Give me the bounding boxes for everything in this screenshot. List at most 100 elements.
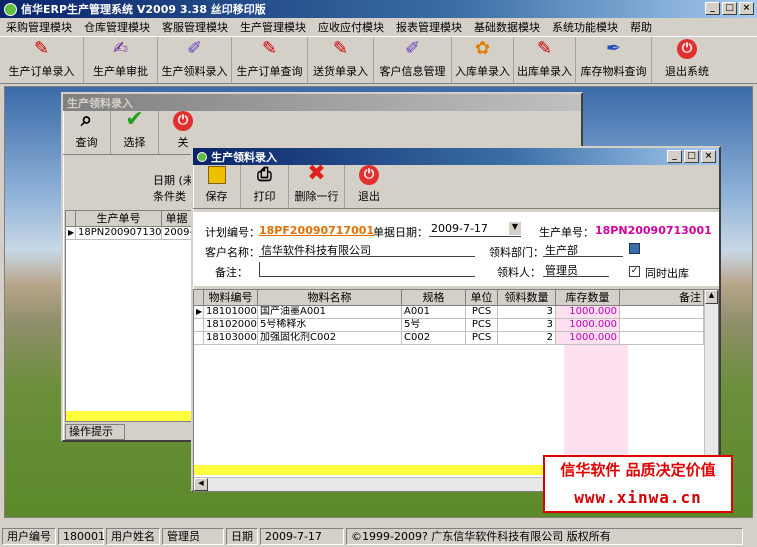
stock-out-icon: ✎ — [536, 38, 553, 59]
floppy-icon — [205, 165, 229, 185]
bg-date-label: 日期 (未 — [153, 174, 194, 187]
grid-header: 物料编号 物料名称 规格 单位 领料数量 库存数量 备注 — [194, 290, 718, 306]
customer-icon: ✐ — [404, 38, 421, 59]
menu-base-data[interactable]: 基础数据模块 — [468, 19, 546, 35]
scroll-left-icon[interactable]: ◀ — [194, 478, 208, 491]
document-pencil-icon: ✎ — [33, 38, 50, 59]
toolbar-order-entry-button[interactable]: ✎ 生产订单录入 — [0, 37, 84, 83]
row-pointer-icon: ▶ — [194, 306, 204, 319]
table-row[interactable]: ▶ 1810100001 国产油墨A001 A001 PCS 3 1000.00… — [194, 306, 718, 319]
materials-icon: ✐ — [186, 38, 203, 59]
col-remark: 备注 — [620, 290, 704, 306]
toolbar-stock-out-button[interactable]: ✎ 出库单录入 — [514, 37, 576, 83]
approve-icon: ✍ — [112, 38, 129, 59]
bg-window-title[interactable]: 生产领料录入 — [63, 94, 581, 111]
fg-window-title-bar[interactable]: 生产领料录入 _ □ × — [193, 148, 719, 165]
status-bar: 用户编号 180001 用户姓名 管理员 日期 2009-7-17 ©1999-… — [0, 526, 757, 547]
power-icon: ⏻ — [357, 165, 381, 185]
fg-window: 生产领料录入 _ □ × 保存 ⎙ 打印 ✖ 删除一行 ⏻ 退出 计划编号： 1… — [191, 146, 721, 492]
menu-receivable[interactable]: 应收应付模块 — [312, 19, 390, 35]
vertical-scrollbar[interactable]: ▲ — [704, 290, 718, 476]
toolbar-approve-button[interactable]: ✍ 生产单审批 — [84, 37, 158, 83]
select-button[interactable]: ✔ 选择 — [111, 107, 159, 154]
fg-window-toolbar: 保存 ⎙ 打印 ✖ 删除一行 ⏻ 退出 — [193, 161, 719, 209]
dept-lookup-icon[interactable] — [629, 243, 640, 254]
stock-query-icon: ✒ — [605, 38, 622, 59]
brand-watermark: 信华软件 品质决定价值 www.xinwa.cn — [543, 455, 733, 513]
fg-window-title: 生产领料录入 — [211, 150, 277, 164]
status-user-no-label: 用户编号 — [2, 528, 56, 545]
save-button[interactable]: 保存 — [193, 165, 241, 208]
fg-maximize-button[interactable]: □ — [684, 150, 699, 163]
bg-cond-label: 条件类 — [153, 190, 186, 203]
table-row[interactable]: 1810200001 5号稀释水 5号 PCS 3 1000.000 — [194, 319, 718, 332]
app-title: 信华ERP生产管理系统 V2009 3.38 丝印移印版 — [21, 3, 266, 16]
query-button[interactable]: ⌕ 查询 — [63, 107, 111, 154]
status-date: 2009-7-17 — [260, 528, 344, 545]
window-icon — [197, 151, 207, 162]
table-row[interactable]: ▶ 18PN20090713001 2009- — [66, 227, 192, 240]
delete-row-button[interactable]: ✖ 删除一行 — [289, 161, 345, 208]
minimize-button[interactable]: _ — [705, 2, 720, 15]
col-unit: 单位 — [466, 290, 498, 306]
fg-minimize-button[interactable]: _ — [667, 150, 682, 163]
menu-bar: 采购管理模块 仓库管理模块 客服管理模块 生产管理模块 应收应付模块 报表管理模… — [0, 18, 757, 36]
status-user-name-label: 用户姓名 — [106, 528, 160, 545]
row-pointer-icon: ▶ — [66, 227, 76, 240]
bg-col-prod-no: 生产单号 — [76, 211, 162, 227]
app-icon — [4, 2, 17, 16]
picker-input[interactable]: 管理员 — [543, 262, 609, 277]
menu-warehouse[interactable]: 仓库管理模块 — [78, 19, 156, 35]
col-spec: 规格 — [402, 290, 466, 306]
form-panel: 计划编号： 18PF20090717001 单据日期： 2009-7-17 ▼ 生… — [193, 212, 719, 286]
fg-close-button[interactable]: × — [701, 150, 716, 163]
col-name: 物料名称 — [258, 290, 402, 306]
exit-button[interactable]: ⏻ 退出 — [345, 165, 393, 208]
col-qty: 领料数量 — [498, 290, 556, 306]
dept-input[interactable]: 生产部 — [543, 242, 623, 257]
toolbar-stock-query-button[interactable]: ✒ 库存物料查询 — [576, 37, 652, 83]
hint-tab[interactable]: 操作提示 — [65, 424, 125, 440]
doc-date-input[interactable]: 2009-7-17 ▼ — [429, 222, 521, 237]
app-title-bar: 信华ERP生产管理系统 V2009 3.38 丝印移印版 _ □ × — [0, 0, 757, 18]
toolbar-materials-button[interactable]: ✐ 生产领料录入 — [158, 37, 232, 83]
col-code: 物料编号 — [204, 290, 258, 306]
watermark-line1: 信华软件 品质决定价值 — [545, 457, 731, 483]
menu-production[interactable]: 生产管理模块 — [234, 19, 312, 35]
plan-no-value: 18PF20090717001 — [259, 224, 375, 237]
scroll-up-icon[interactable]: ▲ — [705, 290, 718, 304]
dropdown-arrow-icon[interactable]: ▼ — [509, 222, 521, 235]
print-button[interactable]: ⎙ 打印 — [241, 164, 289, 208]
maximize-button[interactable]: □ — [722, 2, 737, 15]
toolbar-order-query-button[interactable]: ✎ 生产订单查询 — [232, 37, 308, 83]
watermark-line2: www.xinwa.cn — [574, 488, 702, 507]
delivery-icon: ✎ — [332, 38, 349, 59]
table-row[interactable]: 1810300002 加强固化剂C002 C002 PCS 2 1000.000 — [194, 332, 718, 345]
stock-in-icon: ✿ — [474, 38, 491, 59]
toolbar-delivery-button[interactable]: ✎ 送货单录入 — [308, 37, 374, 83]
menu-reports[interactable]: 报表管理模块 — [390, 19, 468, 35]
menu-purchase[interactable]: 采购管理模块 — [0, 19, 78, 35]
toolbar-customer-button[interactable]: ✐ 客户信息管理 — [374, 37, 452, 83]
printer-icon: ⎙ — [257, 164, 272, 185]
menu-system[interactable]: 系统功能模块 — [546, 19, 624, 35]
close-button[interactable]: × — [739, 2, 754, 15]
power-icon: ⏻ — [675, 37, 699, 60]
same-out-label: 同时出库 — [645, 267, 689, 280]
bg-grid[interactable]: 生产单号 单据 ▶ 18PN20090713001 2009- — [65, 210, 193, 422]
remark-input[interactable] — [259, 262, 475, 277]
customer-input[interactable]: 信华软件科技有限公司 — [259, 242, 475, 257]
prod-no-value: 18PN20090713001 — [595, 224, 712, 237]
menu-customer-service[interactable]: 客服管理模块 — [156, 19, 234, 35]
toolbar-stock-in-button[interactable]: ✿ 入库单录入 — [452, 37, 514, 83]
toolbar-exit-button[interactable]: ⏻ 退出系统 — [652, 37, 722, 83]
status-user-no: 180001 — [58, 528, 105, 545]
menu-help[interactable]: 帮助 — [624, 19, 658, 35]
order-query-icon: ✎ — [261, 38, 278, 59]
status-copyright: ©1999-2009? 广东信华软件科技有限公司 版权所有 — [346, 528, 743, 545]
power-icon: ⏻ — [171, 111, 195, 131]
bg-col-date: 单据 — [162, 211, 192, 227]
status-date-label: 日期 — [226, 528, 258, 545]
same-out-checkbox[interactable]: ✓ — [629, 266, 640, 277]
status-user-name: 管理员 — [162, 528, 224, 545]
